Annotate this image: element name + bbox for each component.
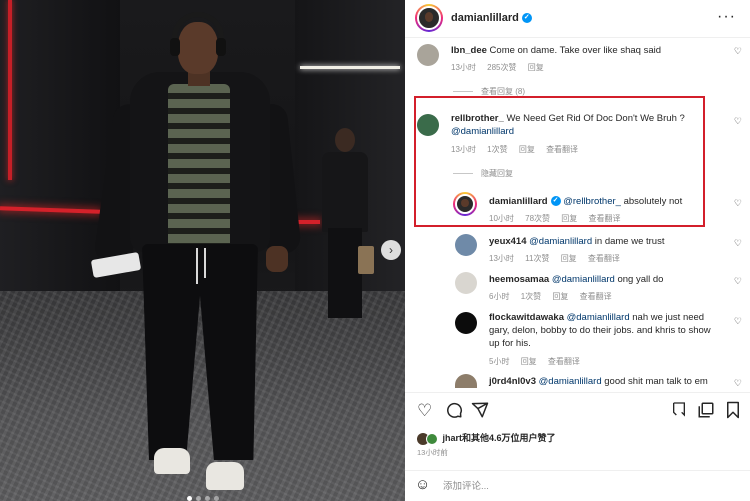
commenter-avatar[interactable]	[455, 312, 477, 334]
more-horizontal-icon[interactable]: ···	[717, 8, 736, 26]
comment-text: yeux414 @damianlillard in dame we trust	[489, 235, 664, 248]
username-text[interactable]: damianlillard	[451, 12, 519, 24]
post-action-bar: ♡	[405, 392, 750, 428]
liker-username[interactable]: jhart	[443, 433, 463, 443]
ceiling-light	[300, 66, 400, 69]
translate-button[interactable]: 查看翻译	[548, 357, 580, 366]
comment-text: flockawitdawaka @damianlillard nah we ju…	[489, 311, 735, 350]
comment-meta: 13小时 285次赞 回复	[451, 62, 553, 73]
carousel-dot	[213, 496, 219, 501]
comment-likes[interactable]: 1次赞	[521, 292, 541, 301]
reply-button[interactable]: 回复	[552, 292, 568, 301]
heart-icon[interactable]: ♡	[734, 378, 742, 389]
comment-body: Come on dame. Take over like shaq said	[489, 45, 661, 56]
highlight-box	[414, 96, 705, 227]
carousel-dot	[186, 496, 192, 501]
collection-icon[interactable]	[697, 401, 715, 424]
comment-username[interactable]: yeux414	[489, 236, 527, 247]
comment-time: 13小时	[451, 63, 476, 72]
heart-icon[interactable]: ♡	[734, 46, 742, 57]
post-header: damianlillard ✓ ···	[405, 0, 750, 38]
comment-mention[interactable]: @damianlillard	[552, 274, 615, 285]
comment-icon[interactable]	[445, 401, 463, 424]
reply-button[interactable]: 回复	[521, 357, 537, 366]
view-replies-label[interactable]: 查看回复 (8)	[481, 87, 525, 96]
carousel-dot	[204, 496, 210, 501]
bookmark-icon[interactable]	[725, 401, 741, 424]
comment-text: heemosamaa @damianlillard ong yall do	[489, 273, 663, 286]
verified-badge-icon: ✓	[521, 13, 532, 24]
comment-time: 5小时	[489, 357, 510, 366]
post-username[interactable]: damianlillard ✓	[451, 12, 532, 24]
comment-text: j0rd4nl0v3 @damianlillard good shit man …	[489, 375, 708, 388]
commenter-avatar[interactable]	[455, 272, 477, 294]
likes-count[interactable]: 和其他4.6万位用户赞了	[462, 433, 556, 443]
comment-likes[interactable]: 285次赞	[487, 63, 516, 72]
heart-icon[interactable]: ♡	[734, 238, 742, 249]
comment-body: ong yall do	[617, 274, 664, 285]
comment-composer: ☺	[405, 470, 750, 501]
comment-mention[interactable]: @damianlillard	[539, 376, 602, 387]
comment-username[interactable]: heemosamaa	[489, 274, 549, 285]
remix-icon[interactable]	[671, 401, 687, 422]
commenter-avatar[interactable]	[455, 234, 477, 256]
carousel-dots	[0, 488, 405, 501]
comment-input[interactable]	[443, 477, 723, 495]
comment-username[interactable]: j0rd4nl0v3	[489, 376, 536, 387]
comment-time: 6小时	[489, 292, 510, 301]
comment-mention[interactable]: @damianlillard	[567, 312, 630, 323]
comments-panel: damianlillard ✓ ··· lbn_dee Come on dame.…	[405, 0, 750, 501]
commenter-avatar[interactable]	[417, 44, 439, 66]
red-led-strip-vertical	[8, 0, 12, 180]
comment-body: up for his.	[489, 338, 531, 349]
post-photo[interactable]: ›	[0, 0, 405, 501]
translate-button[interactable]: 查看翻译	[588, 254, 620, 263]
comment-username[interactable]: lbn_dee	[451, 45, 487, 56]
liker-avatar	[426, 432, 438, 445]
comment-likes[interactable]: 11次赞	[525, 254, 549, 263]
comment-meta: 13小时 11次赞 回复 查看翻译	[489, 253, 629, 264]
comment-meta: 5小时 回复 查看翻译	[489, 356, 589, 367]
comment-mention[interactable]: @damianlillard	[529, 236, 592, 247]
heart-icon[interactable]: ♡	[734, 116, 742, 127]
player-figure	[90, 8, 302, 498]
liked-by[interactable]: jhart和其他4.6万位用户赞了	[417, 431, 556, 445]
comment-meta: 6小时 1次赞 回复 查看翻译	[489, 291, 621, 302]
carousel-dot	[195, 496, 201, 501]
translate-button[interactable]: 查看翻译	[580, 292, 612, 301]
avatar[interactable]	[415, 4, 443, 32]
comment-body: in dame we trust	[594, 236, 665, 247]
heart-icon[interactable]: ♡	[734, 198, 742, 209]
comment-text: lbn_dee Come on dame. Take over like sha…	[451, 44, 661, 57]
background-person	[318, 128, 374, 328]
next-arrow-icon[interactable]: ›	[381, 240, 401, 260]
heart-icon[interactable]: ♡	[417, 401, 432, 421]
commenter-avatar[interactable]	[455, 374, 477, 388]
comment-body: gary, delon, bobby to do their jobs. and…	[489, 325, 711, 336]
reply-button[interactable]: 回复	[528, 63, 544, 72]
share-icon[interactable]	[471, 401, 489, 424]
post-timestamp: 13小时前	[417, 448, 448, 457]
heart-icon[interactable]: ♡	[734, 316, 742, 327]
comment-body: good shit man talk to em	[604, 376, 708, 387]
comment-body: nah we just need	[632, 312, 705, 323]
comment-username[interactable]: flockawitdawaka	[489, 312, 564, 323]
reply-button[interactable]: 回复	[561, 254, 577, 263]
emoji-icon[interactable]: ☺	[415, 476, 430, 493]
heart-icon[interactable]: ♡	[734, 276, 742, 287]
comment-time: 13小时	[489, 254, 514, 263]
